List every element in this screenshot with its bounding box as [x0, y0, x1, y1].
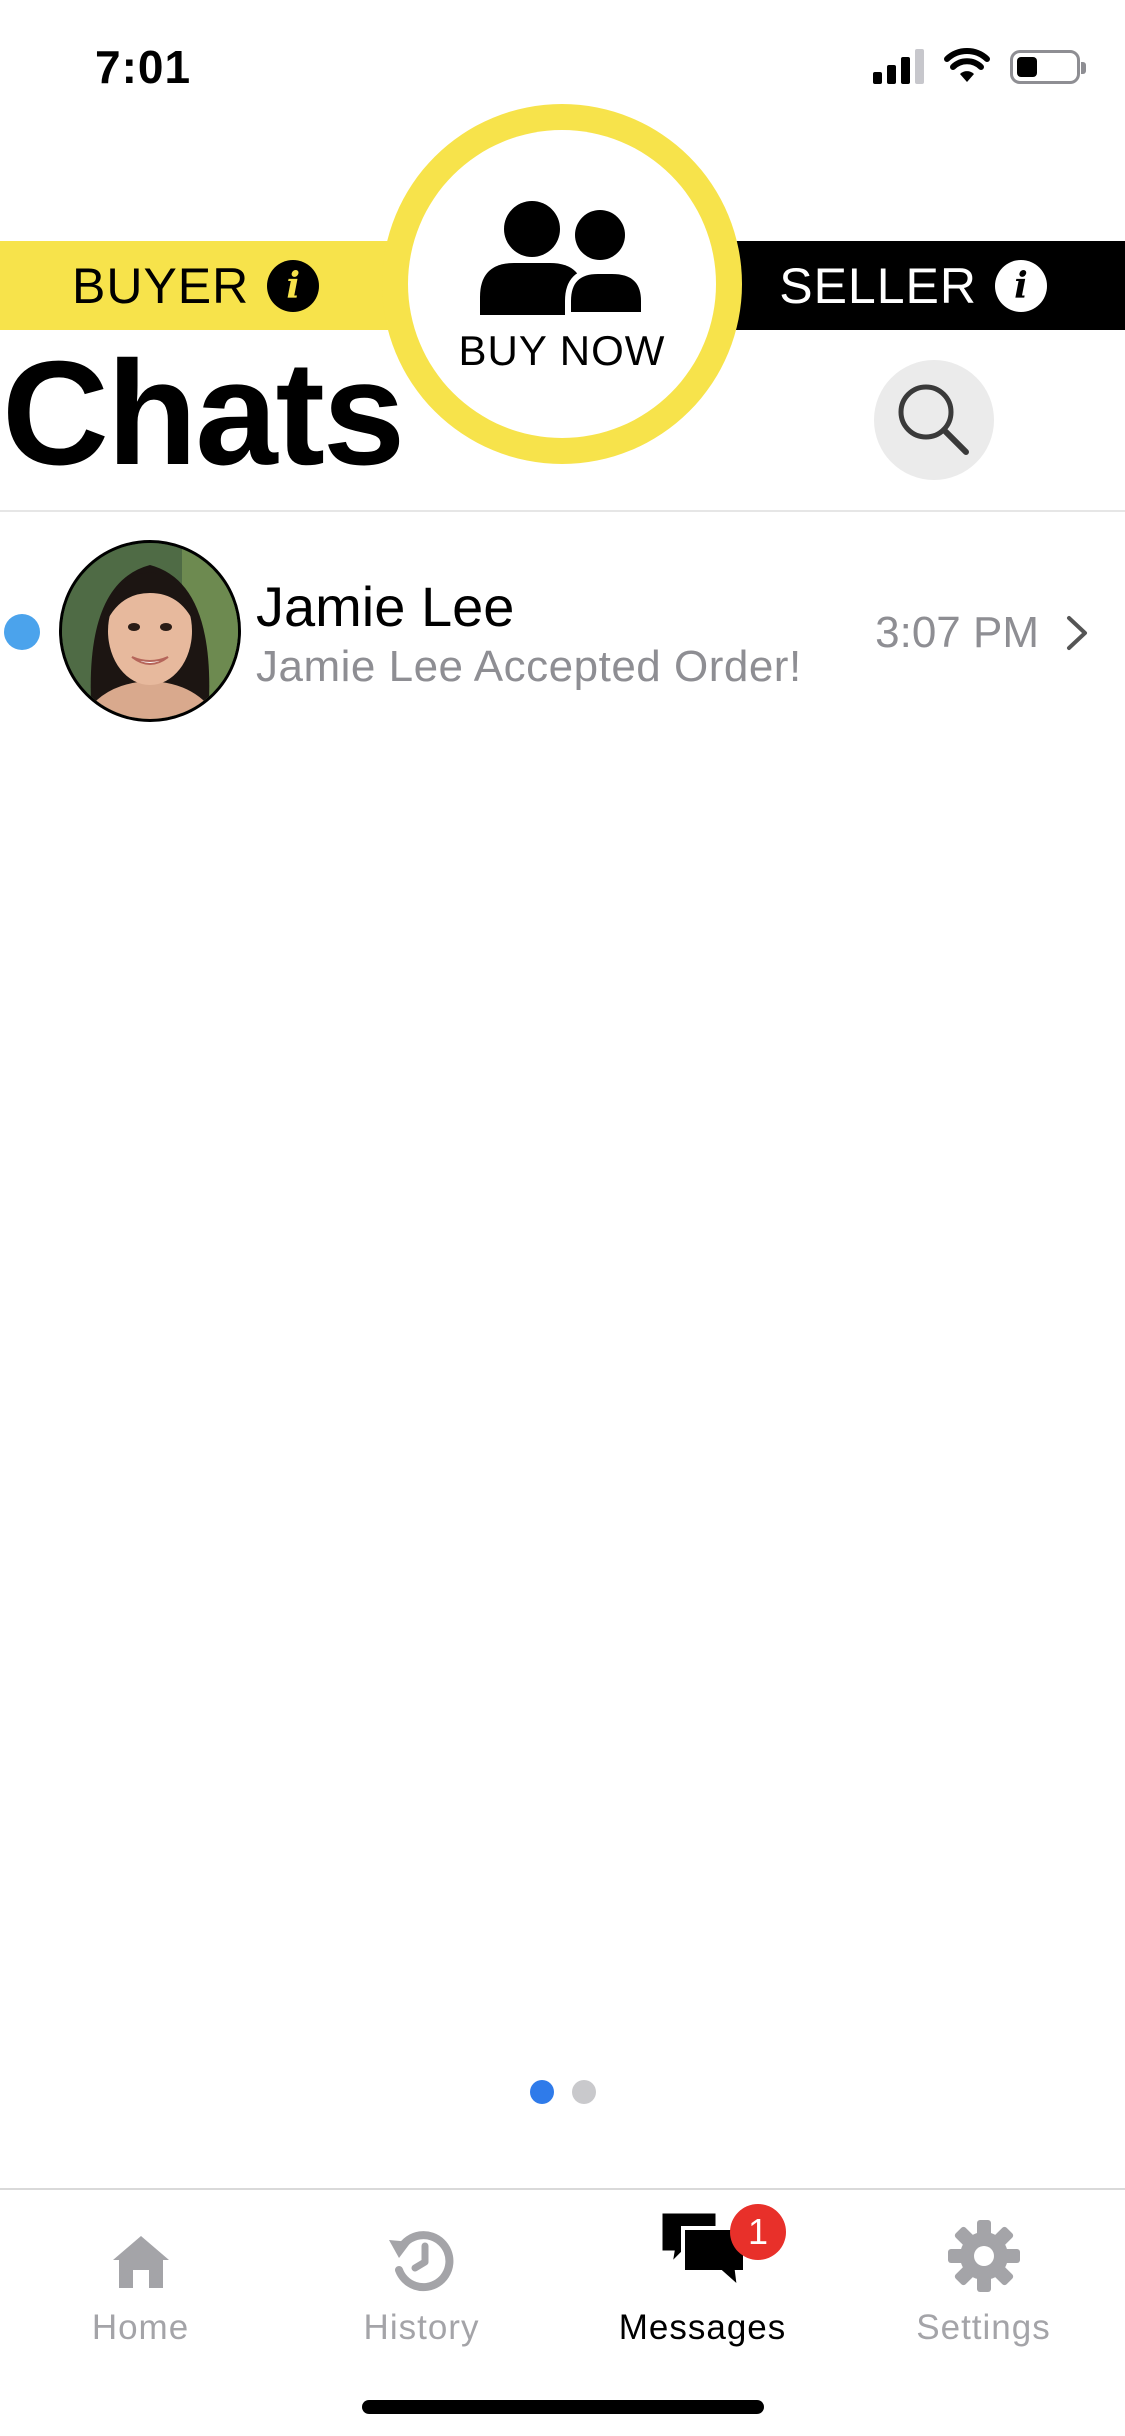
tab-settings[interactable]: Settings [843, 2204, 1124, 2354]
users-icon [480, 201, 647, 317]
buy-now-button[interactable]: BUY NOW [382, 104, 742, 464]
seller-label: SELLER [779, 257, 977, 314]
chat-timestamp: 3:07 PM [875, 608, 1039, 657]
seller-info-icon[interactable]: i [995, 259, 1047, 312]
tab-label: History [363, 2308, 480, 2347]
buy-now-inner: BUY NOW [408, 130, 716, 438]
buyer-toggle[interactable]: BUYER i [0, 241, 420, 330]
search-icon [898, 384, 969, 455]
home-icon [112, 2236, 169, 2288]
buy-now-label: BUY NOW [458, 327, 666, 374]
wifi-icon [944, 48, 990, 82]
page-indicator [0, 2080, 1125, 2104]
header-divider [0, 510, 1125, 512]
battery-icon [1010, 50, 1086, 84]
seller-toggle[interactable]: SELLER i [705, 241, 1125, 330]
avatar [59, 540, 241, 722]
unread-indicator [4, 614, 40, 650]
chat-message-preview: Jamie Lee Accepted Order! [256, 642, 802, 691]
chat-contact-name: Jamie Lee [256, 575, 515, 638]
tab-bar: Home History Messages 1 Settings [0, 2188, 1125, 2436]
buyer-label: BUYER [72, 257, 250, 314]
unread-count-badge: 1 [730, 2204, 786, 2260]
tab-home[interactable]: Home [0, 2204, 281, 2354]
chevron-right-icon [1067, 616, 1087, 650]
tab-history[interactable]: History [281, 2204, 562, 2354]
chat-list-item[interactable]: Jamie Lee Jamie Lee Accepted Order! 3:07… [0, 538, 1125, 724]
tab-messages[interactable]: Messages 1 [562, 2204, 843, 2354]
tab-label: Home [91, 2308, 190, 2347]
battery-level [1017, 57, 1037, 77]
buyer-info-icon[interactable]: i [267, 259, 320, 312]
chats-screen: 7:01 BUYER i SELLER i BUY NOW Chats Jami… [0, 0, 1125, 2436]
tab-label: Settings [916, 2308, 1051, 2347]
page-dot-active[interactable] [529, 2080, 554, 2104]
status-time: 7:01 [95, 41, 192, 93]
status-icons [873, 48, 1086, 84]
gear-icon [947, 2220, 1020, 2292]
cellular-signal-icon [873, 48, 924, 84]
home-indicator[interactable] [362, 2400, 764, 2414]
avatar-photo [62, 543, 238, 719]
search-button[interactable] [874, 360, 994, 480]
page-dot[interactable] [571, 2080, 596, 2104]
tab-label: Messages [618, 2308, 787, 2347]
history-icon [388, 2231, 453, 2292]
page-title: Chats [2, 331, 405, 496]
